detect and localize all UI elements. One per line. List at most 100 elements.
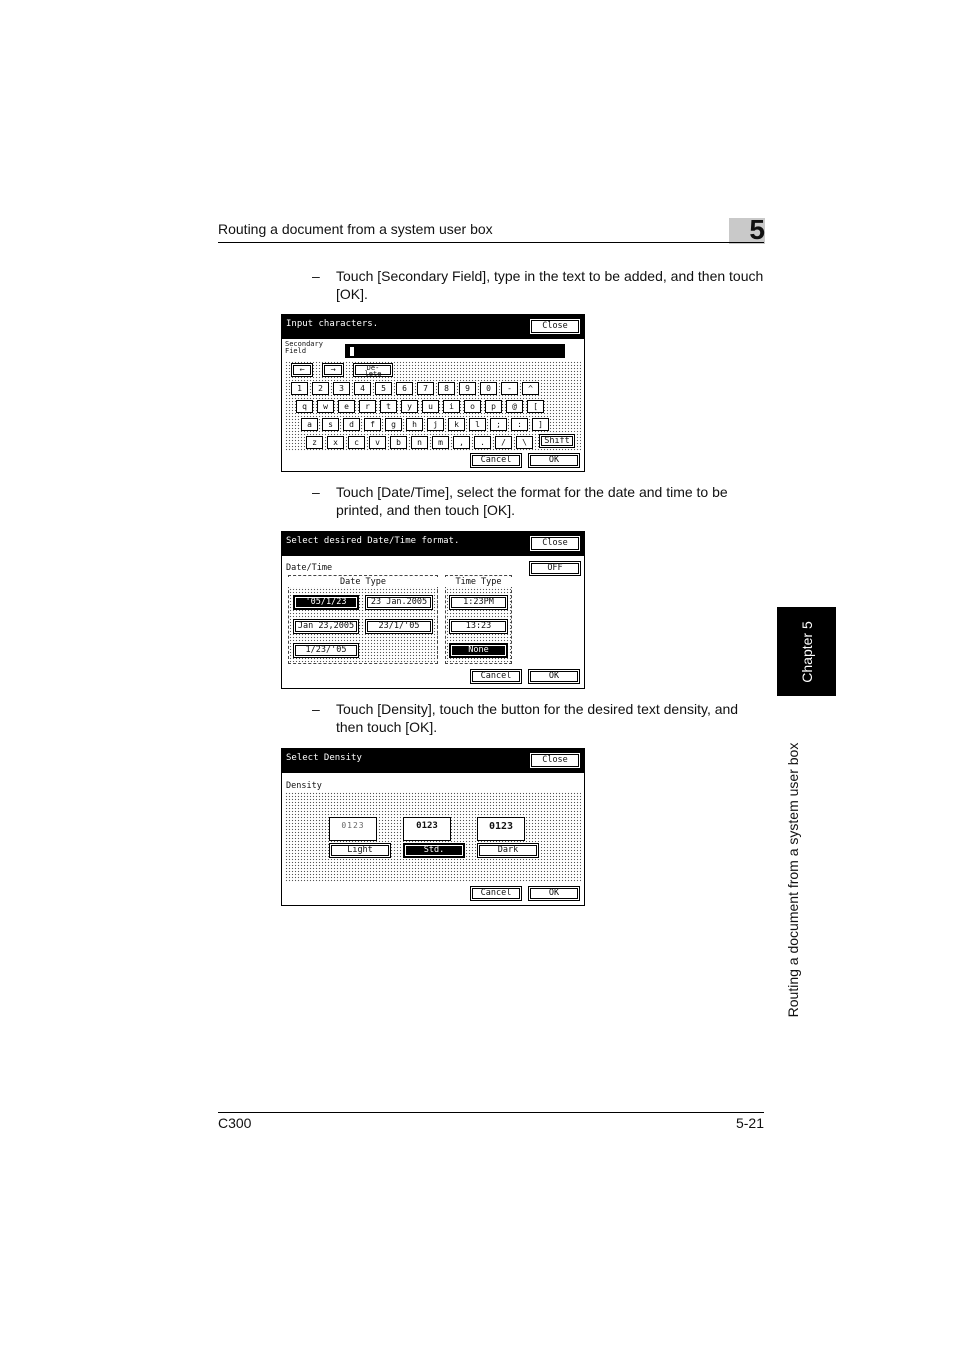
delete-label-2: lete <box>364 370 382 377</box>
key-button[interactable]: 4 <box>354 382 371 395</box>
key-button[interactable]: 5 <box>375 382 392 395</box>
key-button[interactable]: 3 <box>333 382 350 395</box>
section-side-label: Routing a document from a system user bo… <box>785 742 801 1018</box>
ok-button[interactable]: OK <box>528 669 580 684</box>
cancel-button[interactable]: Cancel <box>470 453 522 468</box>
close-button[interactable]: Close <box>529 752 581 769</box>
key-button[interactable]: . <box>474 436 491 449</box>
dark-sample-text: 0123 <box>488 821 514 832</box>
key-button[interactable]: [ <box>527 400 544 413</box>
cancel-button[interactable]: Cancel <box>470 669 522 684</box>
key-button[interactable]: @ <box>506 400 523 413</box>
shift-button[interactable]: Shift <box>539 434 575 448</box>
time-option-2[interactable]: 13:23 <box>449 619 508 634</box>
key-button[interactable]: q <box>296 400 313 413</box>
key-button[interactable]: ; <box>490 418 507 431</box>
key-button[interactable]: l <box>469 418 486 431</box>
date-time-screen: Select desired Date/Time format. Close D… <box>281 531 585 689</box>
key-button[interactable]: w <box>317 400 334 413</box>
key-button[interactable]: j <box>427 418 444 431</box>
field-label-line2: Field <box>285 347 307 355</box>
section-side-title: Routing a document from a system user bo… <box>783 725 803 1035</box>
screen-title: Select desired Date/Time format. <box>286 536 460 546</box>
step-dash: – <box>312 268 320 284</box>
key-button[interactable]: - <box>501 382 518 395</box>
date-option-3[interactable]: Jan 23,2005 <box>293 619 359 634</box>
key-button[interactable]: 1 <box>291 382 308 395</box>
key-button[interactable]: i <box>443 400 460 413</box>
key-button[interactable]: g <box>385 418 402 431</box>
cancel-button[interactable]: Cancel <box>470 886 522 901</box>
key-button[interactable]: 9 <box>459 382 476 395</box>
key-button[interactable]: z <box>306 436 323 449</box>
light-sample-text: 0123 <box>341 821 365 830</box>
time-option-3[interactable]: None <box>449 643 508 658</box>
key-button[interactable]: ^ <box>522 382 539 395</box>
off-button[interactable]: OFF <box>529 561 581 576</box>
time-option-1[interactable]: 1:23PM <box>449 595 508 610</box>
key-button[interactable]: p <box>485 400 502 413</box>
close-button[interactable]: Close <box>529 318 581 335</box>
key-button[interactable]: m <box>432 436 449 449</box>
secondary-field-input[interactable] <box>345 344 565 358</box>
key-button[interactable]: f <box>364 418 381 431</box>
key-button[interactable]: d <box>343 418 360 431</box>
key-button[interactable]: b <box>390 436 407 449</box>
step-text: Touch [Density], touch the button for th… <box>336 701 739 735</box>
key-button[interactable]: v <box>369 436 386 449</box>
date-option-4[interactable]: 23/1/'05 <box>365 619 433 634</box>
footer-rule <box>218 1112 764 1113</box>
ok-button[interactable]: OK <box>528 886 580 901</box>
key-button[interactable]: 6 <box>396 382 413 395</box>
std-button[interactable]: Std. <box>403 843 465 858</box>
key-button[interactable]: h <box>406 418 423 431</box>
key-button[interactable]: k <box>448 418 465 431</box>
key-button[interactable]: x <box>327 436 344 449</box>
key-button[interactable]: 8 <box>438 382 455 395</box>
secondary-field-label: Secondary Field <box>285 341 323 355</box>
cursor-right-button[interactable]: → <box>322 363 344 377</box>
key-button[interactable]: r <box>359 400 376 413</box>
key-button[interactable]: u <box>422 400 439 413</box>
step-dash: – <box>312 701 320 717</box>
dark-button[interactable]: Dark <box>477 843 539 858</box>
delete-button[interactable]: De- lete <box>353 363 393 377</box>
key-button[interactable]: / <box>495 436 512 449</box>
date-option-2[interactable]: 23 Jan.2005 <box>365 595 433 610</box>
key-button[interactable]: o <box>464 400 481 413</box>
std-sample: 0123 <box>403 817 451 841</box>
key-button[interactable]: \ <box>516 436 533 449</box>
ok-button[interactable]: OK <box>528 453 580 468</box>
key-button[interactable]: y <box>401 400 418 413</box>
key-button[interactable]: 0 <box>480 382 497 395</box>
key-button[interactable]: : <box>511 418 528 431</box>
close-button[interactable]: Close <box>529 535 581 552</box>
key-button[interactable]: n <box>411 436 428 449</box>
light-sample: 0123 <box>329 817 377 841</box>
density-screen: Select Density Close Density 0123 Light … <box>281 748 585 906</box>
key-button[interactable]: , <box>453 436 470 449</box>
cursor-left-button[interactable]: ← <box>291 363 313 377</box>
date-type-label: Date Type <box>288 577 438 587</box>
key-button[interactable]: c <box>348 436 365 449</box>
light-button[interactable]: Light <box>329 843 391 858</box>
key-button[interactable]: e <box>338 400 355 413</box>
screen-title: Input characters. <box>286 319 379 329</box>
key-button[interactable]: 7 <box>417 382 434 395</box>
date-option-5[interactable]: 1/23/'05 <box>293 643 359 658</box>
key-button[interactable]: a <box>301 418 318 431</box>
step-text: Touch [Date/Time], select the format for… <box>336 484 728 518</box>
key-button[interactable]: s <box>322 418 339 431</box>
std-sample-text: 0123 <box>416 821 438 831</box>
step-dash: – <box>312 484 320 500</box>
section-label: Date/Time <box>286 563 333 573</box>
text-cursor <box>350 347 354 356</box>
key-button[interactable]: t <box>380 400 397 413</box>
date-option-1[interactable]: '05/1/23 <box>293 595 359 610</box>
step-text: Touch [Secondary Field], type in the tex… <box>336 268 764 302</box>
key-button[interactable]: ] <box>532 418 549 431</box>
key-button[interactable]: 2 <box>312 382 329 395</box>
time-type-label: Time Type <box>445 577 512 587</box>
chapter-side-label: Chapter 5 <box>798 620 815 683</box>
dark-sample: 0123 <box>477 817 525 841</box>
